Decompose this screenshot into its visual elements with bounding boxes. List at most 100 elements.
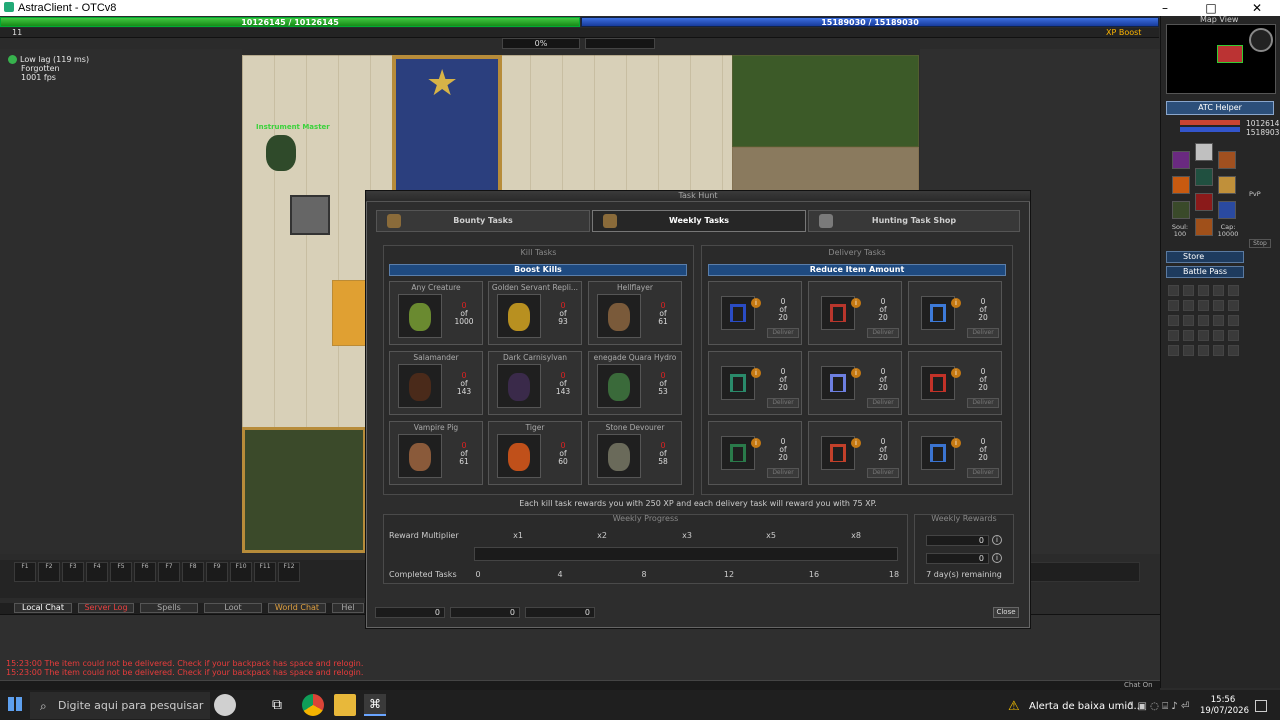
kill-task-card[interactable]: Salamander 0 of 143 [389, 351, 483, 415]
delivery-task-card[interactable]: i 0 of 20 Deliver [908, 281, 1002, 345]
sidebar-tool-icon[interactable] [1213, 330, 1224, 341]
delivery-task-card[interactable]: i 0 of 20 Deliver [908, 421, 1002, 485]
kill-task-card[interactable]: Vampire Pig 0 of 61 [389, 421, 483, 485]
hotkey-slot[interactable]: F1 [14, 562, 36, 582]
equipment-slot-armor[interactable] [1195, 168, 1213, 186]
atc-helper-button[interactable]: ATC Helper [1166, 101, 1274, 115]
info-icon[interactable]: i [751, 368, 761, 378]
sidebar-tool-icon[interactable] [1198, 285, 1209, 296]
delivery-task-card[interactable]: i 0 of 20 Deliver [708, 421, 802, 485]
kill-task-card[interactable]: Tiger 0 of 60 [488, 421, 582, 485]
sidebar-tool-icon[interactable] [1228, 330, 1239, 341]
hotkey-slot[interactable]: F5 [110, 562, 132, 582]
chat-on-toggle[interactable]: Chat On [1124, 681, 1153, 689]
compass-icon[interactable] [1249, 28, 1273, 52]
delivery-task-card[interactable]: i 0 of 20 Deliver [708, 281, 802, 345]
hotkey-slot[interactable]: F3 [62, 562, 84, 582]
task-view-icon[interactable]: ⧉ [266, 694, 288, 716]
equipment-slot-weapon[interactable] [1172, 176, 1190, 194]
tab-bounty-tasks[interactable]: Bounty Tasks [376, 210, 590, 232]
tab-hunting-task-shop[interactable]: Hunting Task Shop [808, 210, 1020, 232]
hotkey-slot[interactable]: F10 [230, 562, 252, 582]
info-icon[interactable]: i [851, 298, 861, 308]
sidebar-tool-icon[interactable] [1228, 315, 1239, 326]
windows-start-icon[interactable] [8, 697, 22, 711]
otclient-taskbar-icon[interactable]: ⌘ [364, 694, 386, 716]
deliver-button[interactable]: Deliver [967, 398, 999, 408]
kill-task-card[interactable]: Any Creature 0 of 1000 [389, 281, 483, 345]
info-icon[interactable]: i [851, 368, 861, 378]
sidebar-tool-icon[interactable] [1198, 315, 1209, 326]
boost-kills-button[interactable]: Boost Kills [389, 264, 687, 276]
sidebar-tool-icon[interactable] [1183, 330, 1194, 341]
notifications-icon[interactable] [1255, 700, 1267, 712]
deliver-button[interactable]: Deliver [967, 328, 999, 338]
sidebar-tool-icon[interactable] [1183, 285, 1194, 296]
hotkey-slot[interactable]: F4 [86, 562, 108, 582]
deliver-button[interactable]: Deliver [767, 468, 799, 478]
deliver-button[interactable]: Deliver [867, 468, 899, 478]
sidebar-tool-icon[interactable] [1168, 300, 1179, 311]
sidebar-tool-icon[interactable] [1168, 330, 1179, 341]
clock[interactable]: 15:56 19/07/2026 [1200, 695, 1249, 717]
deliver-button[interactable]: Deliver [767, 398, 799, 408]
battle-pass-button[interactable]: Battle Pass [1166, 266, 1244, 278]
pvp-label[interactable]: PvP [1249, 190, 1261, 198]
tab-weekly-tasks[interactable]: Weekly Tasks [592, 210, 806, 232]
taskbar-search[interactable]: Digite aqui para pesquisar [30, 692, 210, 719]
sidebar-tool-icon[interactable] [1213, 285, 1224, 296]
deliver-button[interactable]: Deliver [967, 468, 999, 478]
equipment-slot-backpack[interactable] [1218, 151, 1236, 169]
tray-icons[interactable]: ⌃ ▣ ◌ ⌸ ♪ ⏎ [1126, 701, 1189, 712]
reduce-item-amount-button[interactable]: Reduce Item Amount [708, 264, 1006, 276]
info-icon[interactable]: i [992, 553, 1002, 563]
store-button[interactable]: Store [1166, 251, 1244, 263]
info-icon[interactable]: i [951, 298, 961, 308]
info-icon[interactable]: i [951, 438, 961, 448]
equipment-slot-head[interactable] [1195, 143, 1213, 161]
sidebar-tool-icon[interactable] [1213, 300, 1224, 311]
sidebar-tool-icon[interactable] [1198, 345, 1209, 356]
info-icon[interactable]: i [751, 298, 761, 308]
delivery-task-card[interactable]: i 0 of 20 Deliver [808, 351, 902, 415]
deliver-button[interactable]: Deliver [767, 328, 799, 338]
close-window-button[interactable]: ✕ [1234, 0, 1280, 16]
info-icon[interactable]: i [851, 438, 861, 448]
npc-sprite[interactable] [266, 135, 296, 171]
ball-app-icon[interactable] [214, 694, 236, 716]
stop-button[interactable]: Stop [1249, 239, 1271, 248]
sidebar-tool-icon[interactable] [1168, 315, 1179, 326]
chat-tab-spells[interactable]: Spells [140, 603, 198, 613]
hotkey-slot[interactable]: F6 [134, 562, 156, 582]
chat-tab-local[interactable]: Local Chat [14, 603, 72, 613]
sidebar-tool-icon[interactable] [1183, 345, 1194, 356]
kill-task-card[interactable]: enegade Quara Hydro 0 of 53 [588, 351, 682, 415]
file-explorer-icon[interactable] [334, 694, 356, 716]
hotkey-slot[interactable]: F11 [254, 562, 276, 582]
xp-boost-label[interactable]: XP Boost [1106, 28, 1141, 38]
sidebar-tool-icon[interactable] [1183, 315, 1194, 326]
equipment-slot-legs[interactable] [1195, 193, 1213, 211]
sidebar-tool-icon[interactable] [1213, 315, 1224, 326]
equipment-slot-shield[interactable] [1218, 176, 1236, 194]
sidebar-tool-icon[interactable] [1228, 345, 1239, 356]
equipment-slot-necklace[interactable] [1172, 151, 1190, 169]
sidebar-tool-icon[interactable] [1168, 285, 1179, 296]
hotkey-slot[interactable]: F7 [158, 562, 180, 582]
kill-task-card[interactable]: Stone Devourer 0 of 58 [588, 421, 682, 485]
kill-task-card[interactable]: Dark Carnisylvan 0 of 143 [488, 351, 582, 415]
delivery-task-card[interactable]: i 0 of 20 Deliver [908, 351, 1002, 415]
equipment-slot-ring[interactable] [1172, 201, 1190, 219]
sidebar-tool-icon[interactable] [1198, 330, 1209, 341]
chat-input[interactable] [0, 680, 1160, 690]
chest-object[interactable] [290, 195, 330, 235]
deliver-button[interactable]: Deliver [867, 398, 899, 408]
equipment-slot-feet[interactable] [1195, 218, 1213, 236]
hotkey-slot[interactable]: F8 [182, 562, 204, 582]
sidebar-tool-icon[interactable] [1213, 345, 1224, 356]
close-button[interactable]: Close [993, 607, 1019, 618]
sidebar-tool-icon[interactable] [1168, 345, 1179, 356]
chat-tab-loot[interactable]: Loot [204, 603, 262, 613]
kill-task-card[interactable]: Golden Servant Repli... 0 of 93 [488, 281, 582, 345]
hotkey-slot[interactable]: F9 [206, 562, 228, 582]
